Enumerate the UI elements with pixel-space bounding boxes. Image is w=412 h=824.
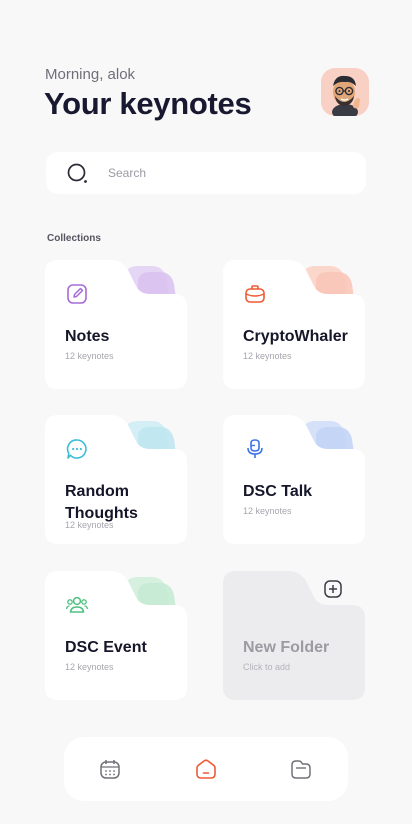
calendar-icon[interactable]: [98, 757, 122, 781]
collection-card-dsc-event[interactable]: DSC Event 12 keynotes: [44, 571, 189, 702]
new-folder-hint: Click to add: [243, 662, 291, 672]
folder-icon[interactable]: [289, 757, 313, 781]
collection-name: Notes: [65, 328, 110, 345]
greeting-text: Morning, alok: [45, 66, 136, 83]
app-screen: Morning, alok Your keynotes Collections: [0, 0, 412, 824]
collection-count: 12 keynotes: [243, 506, 292, 516]
folder-body: [223, 571, 365, 700]
collections-heading: Collections: [47, 233, 101, 244]
collection-card-dsc-talk[interactable]: DSC Talk 12 keynotes: [222, 415, 367, 546]
collection-name: Random Thoughts: [65, 483, 138, 522]
chat-icon: [65, 437, 89, 461]
collection-count: 12 keynotes: [65, 662, 114, 672]
collection-card-random-thoughts[interactable]: Random Thoughts 12 keynotes: [44, 415, 189, 546]
collection-name: DSC Talk: [243, 483, 313, 500]
folder-body: [45, 571, 187, 700]
collection-name: DSC Event: [65, 639, 147, 656]
users-icon: [65, 593, 89, 617]
collection-count: 12 keynotes: [65, 351, 114, 361]
avatar[interactable]: [321, 68, 369, 116]
search-input[interactable]: [108, 163, 348, 183]
page-title: Your keynotes: [44, 86, 252, 121]
microphone-icon: [243, 437, 267, 461]
edit-icon: [65, 282, 89, 306]
search-icon[interactable]: [66, 162, 90, 191]
collection-count: 12 keynotes: [65, 520, 114, 530]
collection-card-notes[interactable]: Notes 12 keynotes: [44, 260, 189, 391]
folder-body: [45, 260, 187, 389]
collection-name: CryptoWhaler: [243, 328, 348, 345]
home-icon[interactable]: [194, 757, 218, 781]
plus-icon[interactable]: [323, 579, 343, 599]
new-folder-card[interactable]: New Folder Click to add: [222, 571, 367, 702]
new-folder-name: New Folder: [243, 639, 330, 656]
collection-card-cryptowhaler[interactable]: CryptoWhaler 12 keynotes: [222, 260, 367, 391]
folder-body: [223, 260, 365, 389]
collection-count: 12 keynotes: [243, 351, 292, 361]
search-bar[interactable]: [46, 152, 366, 194]
folder-body: [223, 415, 365, 544]
bottom-navigation: [64, 737, 348, 801]
briefcase-icon: [243, 282, 267, 306]
memoji-avatar-icon: [332, 75, 360, 116]
